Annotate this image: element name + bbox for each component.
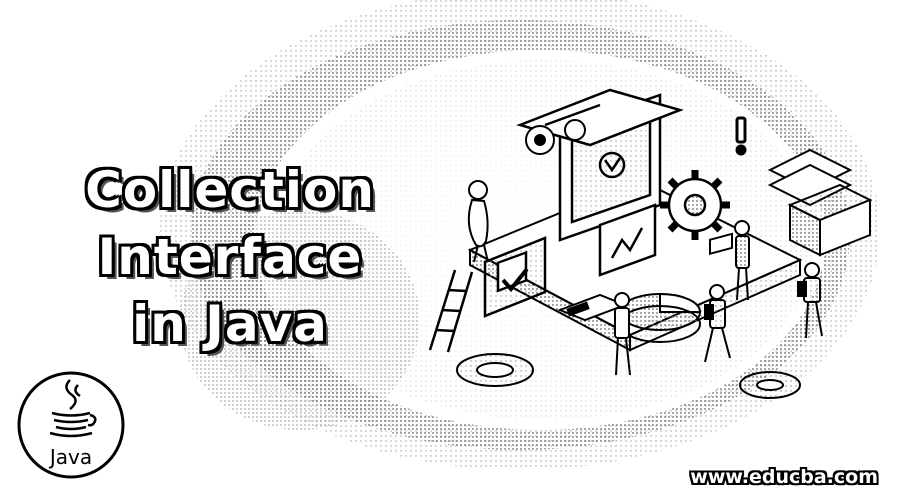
gear-bottom-left-icon	[456, 353, 534, 387]
warning-icon	[735, 116, 747, 156]
gear-bottom-right-icon	[739, 371, 801, 399]
title-line-3: in Java	[132, 295, 328, 353]
title-line-2: Interface	[97, 228, 363, 286]
gear-icon	[660, 170, 730, 240]
java-logo-label: Java	[49, 445, 93, 469]
site-url: www.educba.com	[690, 466, 878, 488]
title-line-1: Collection	[85, 161, 375, 219]
